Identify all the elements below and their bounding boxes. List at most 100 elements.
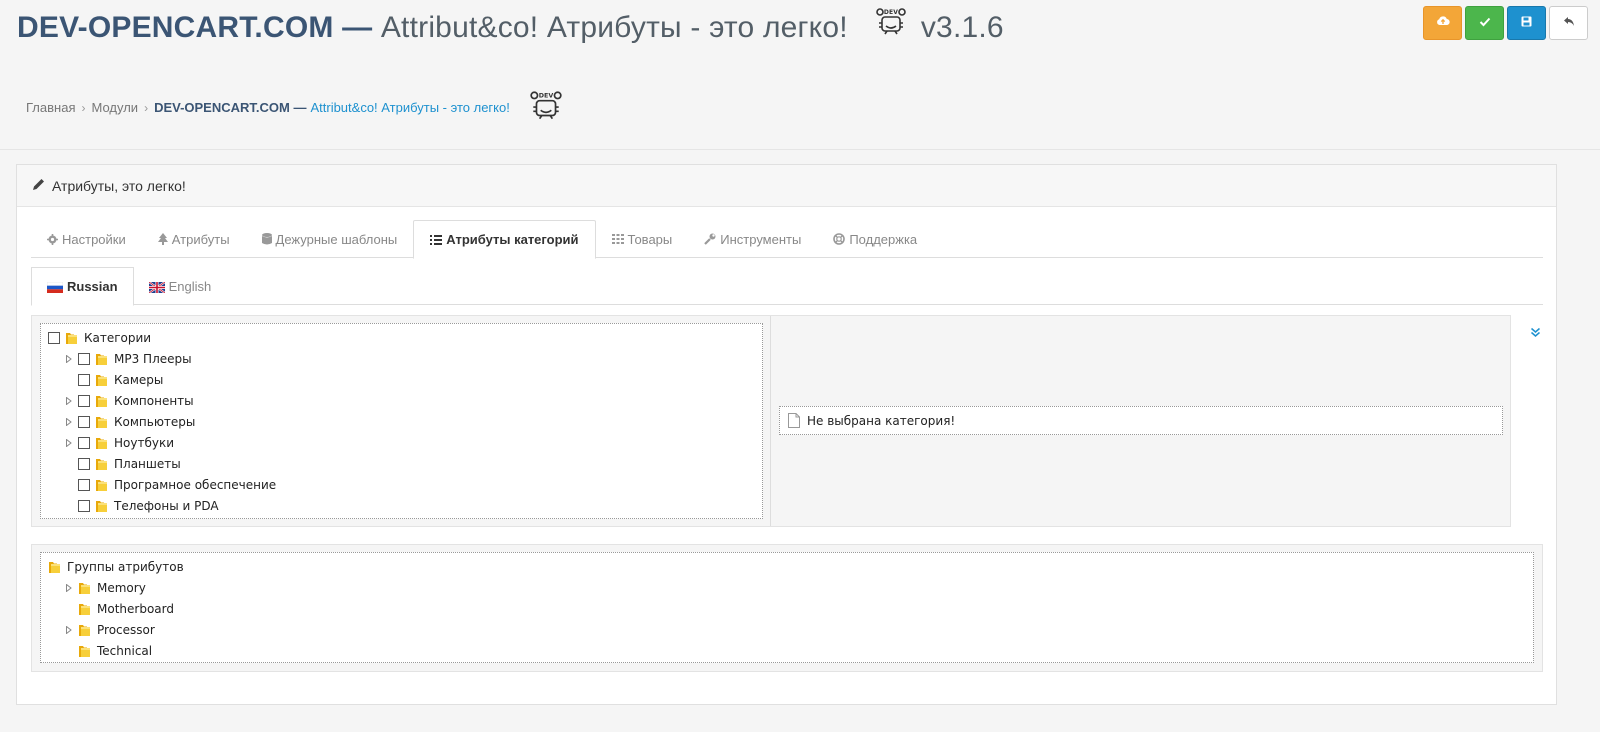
breadcrumb-current-link[interactable]: Attribut&co! Атрибуты - это легко! [310,100,509,115]
tree-label: Memory [97,581,146,595]
language-label: Russian [67,279,118,294]
tab-templates[interactable]: Дежурные шаблоны [246,220,414,258]
attribute-tree [40,552,1534,663]
checkbox[interactable] [78,500,90,512]
tree-item-motherboard[interactable]: Motherboard [78,599,174,619]
folder-icon [78,644,91,658]
tab-support[interactable]: Поддержка [817,220,933,258]
page-header: DEV-OPENCART.COM — Attribut&co! Атрибуты… [0,0,1600,150]
tree-label: MP3 Плееры [114,352,192,366]
tree-item-phones[interactable]: Телефоны и PDA [78,496,219,516]
upload-button[interactable] [1423,6,1462,40]
tab-products[interactable]: Товары [596,220,689,258]
tab-tools[interactable]: Инструменты [688,220,817,258]
save-button[interactable] [1507,6,1546,40]
list-icon [430,234,443,245]
tree-item-tablets[interactable]: Планшеты [78,454,181,474]
version-label: v3.1.6 [920,10,1004,44]
folder-icon [95,373,108,387]
panel-heading: Атрибуты, это легко! [17,165,1556,207]
tree-label: Категории [84,331,152,345]
double-chevron-down-icon[interactable] [1530,325,1541,343]
wrench-icon [704,233,716,245]
checkbox[interactable] [78,479,90,491]
tree-label: Motherboard [97,602,174,616]
folder-icon [78,602,91,616]
expand-arrow-icon[interactable] [64,396,74,406]
reply-icon [1563,14,1575,32]
tab-label: Атрибуты [171,231,230,247]
folder-icon [95,499,108,513]
tree-root-attribute-groups[interactable]: Группы атрибутов [48,557,184,577]
database-icon [261,233,272,245]
tab-category-attributes[interactable]: Атрибуты категорий [413,220,596,259]
checkbox[interactable] [48,332,60,344]
checkbox[interactable] [78,395,90,407]
tab-label: Инструменты [720,231,802,247]
category-attributes-well: Категории MP3 Плееры Камеры Компоненты К… [31,315,1511,527]
tree-item-components[interactable]: Компоненты [64,391,194,411]
breadcrumb: Главная › Модули › DEV-OPENCART.COM — At… [26,88,564,127]
folder-icon [95,457,108,471]
expand-arrow-icon[interactable] [64,438,74,448]
expand-arrow-icon[interactable] [64,625,74,635]
save-icon [1521,14,1532,32]
folder-icon [95,478,108,492]
expand-arrow-icon[interactable] [64,583,74,593]
expand-arrow-icon[interactable] [64,417,74,427]
folder-icon [95,352,108,366]
svg-text:DEV: DEV [884,9,898,16]
check-icon [1479,14,1491,32]
file-icon [788,413,800,428]
folder-icon [95,436,108,450]
header-actions [1423,6,1588,40]
cloud-upload-icon [1436,14,1450,32]
language-tabs: Russian English [31,267,1543,306]
folder-icon [95,415,108,429]
tree-item-software[interactable]: Програмное обеспечение [78,475,276,495]
tree-root-categories[interactable]: Категории [48,328,151,348]
breadcrumb-home-link[interactable]: Главная [26,100,75,115]
breadcrumb-modules-link[interactable]: Модули [91,100,138,115]
tab-language-english[interactable]: English [134,267,227,305]
tree-item-technical[interactable]: Technical [78,641,152,661]
tab-label: Атрибуты категорий [446,232,579,247]
tree-item-cameras[interactable]: Камеры [78,370,163,390]
checkbox[interactable] [78,437,90,449]
tab-settings[interactable]: Настройки [31,220,142,258]
panel-title: Атрибуты, это легко! [52,177,186,194]
lifebuoy-icon [833,233,846,245]
breadcrumb-current-brand[interactable]: DEV-OPENCART.COM — [154,100,306,115]
checkbox[interactable] [78,374,90,386]
checkbox[interactable] [78,416,90,428]
tab-attributes[interactable]: Атрибуты [142,220,246,258]
main-tabs: Настройки Атрибуты Дежурные шаблоны Атри… [31,220,1543,259]
tab-language-russian[interactable]: Russian [31,267,134,306]
tree-label: Technical [97,644,153,658]
tree-item-processor[interactable]: Processor [64,620,155,640]
tree-label: Компоненты [114,394,194,408]
no-category-message: Не выбрана категория! [779,406,1503,435]
expand-arrow-icon[interactable] [64,354,74,364]
message-text: Не выбрана категория! [807,413,956,428]
apply-button[interactable] [1465,6,1504,40]
folder-icon [65,331,78,345]
main-panel: Атрибуты, это легко! Настройки Атрибуты … [16,164,1557,705]
folder-icon [78,623,91,637]
tree-label: Группы атрибутов [67,560,184,574]
dev-robot-logo-icon: DEV [528,88,564,127]
folder-icon [78,581,91,595]
tree-item-memory[interactable]: Memory [64,578,146,598]
attribute-groups-well: Группы атрибутов Memory Motherboard Proc… [31,544,1543,672]
checkbox[interactable] [78,353,90,365]
tab-label: Поддержка [849,231,918,247]
tree-label: Програмное обеспечение [114,478,277,492]
tree-label: Ноутбуки [114,436,175,450]
tree-item-laptops[interactable]: Ноутбуки [64,433,174,453]
back-button[interactable] [1549,6,1588,40]
tree-item-mp3[interactable]: MP3 Плееры [64,349,192,369]
tree-item-computers[interactable]: Компьютеры [64,412,195,432]
tree-icon [157,233,168,245]
checkbox[interactable] [78,458,90,470]
tree-label: Компьютеры [114,415,196,429]
